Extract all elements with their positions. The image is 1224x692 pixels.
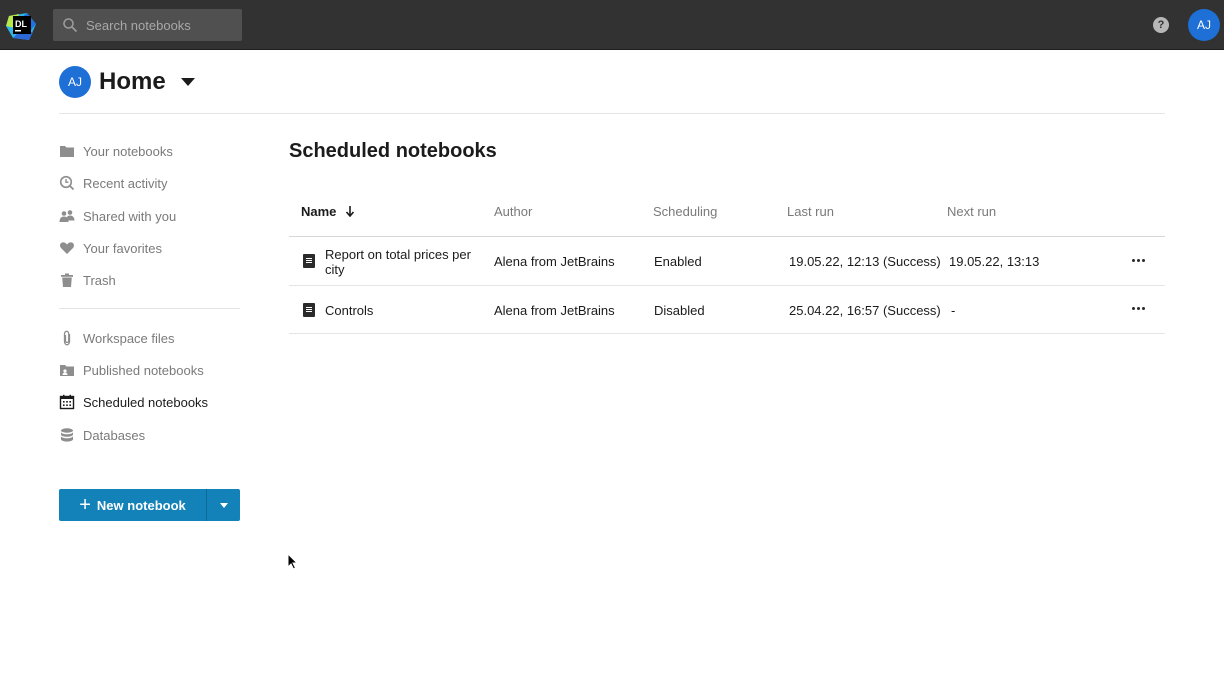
sidebar-item-label: Databases <box>83 427 146 443</box>
top-bar: DL ? AJ <box>0 0 1224 50</box>
notebook-name[interactable]: Controls <box>325 303 373 318</box>
sidebar-item-scheduled-notebooks[interactable]: Scheduled notebooks <box>59 391 208 413</box>
clock-icon <box>59 175 75 191</box>
section-title: Scheduled notebooks <box>289 140 497 162</box>
sidebar-item-published-notebooks[interactable]: Published notebooks <box>59 359 204 381</box>
trash-icon <box>61 273 73 287</box>
published-folder-icon <box>60 365 74 376</box>
sidebar-item-shared-with-you[interactable]: Shared with you <box>59 205 176 227</box>
sort-arrow-down-icon <box>345 206 355 218</box>
scheduling-cell: Disabled <box>654 303 705 318</box>
sidebar-item-databases[interactable]: Databases <box>59 424 145 446</box>
sidebar-item-label: Your favorites <box>83 240 163 256</box>
sidebar-item-recent-activity[interactable]: Recent activity <box>59 172 168 194</box>
scheduling-cell: Enabled <box>654 254 702 269</box>
notebook-icon <box>303 303 315 317</box>
sidebar-item-label: Shared with you <box>83 208 177 224</box>
sidebar-item-workspace-files[interactable]: Workspace files <box>59 327 175 349</box>
mouse-cursor-icon <box>287 553 298 570</box>
chevron-down-icon[interactable] <box>181 78 195 86</box>
sidebar-item-your-favorites[interactable]: Your favorites <box>59 237 162 259</box>
next-run-cell: 19.05.22, 13:13 <box>949 254 1040 269</box>
more-actions-icon[interactable] <box>1132 259 1146 263</box>
search-input[interactable] <box>86 17 236 33</box>
last-run-cell: 19.05.22, 12:13 (Success) <box>789 254 941 269</box>
chevron-down-icon <box>219 502 228 508</box>
sidebar-item-trash[interactable]: Trash <box>59 269 116 291</box>
logo-text: DL <box>15 19 27 29</box>
column-header-author[interactable]: Author <box>494 204 532 220</box>
column-header-scheduling[interactable]: Scheduling <box>653 204 717 220</box>
search-icon <box>63 18 78 33</box>
sidebar-divider <box>59 308 240 309</box>
header-divider <box>59 113 1165 114</box>
folder-icon <box>60 146 74 157</box>
workspace-avatar: AJ <box>59 66 91 98</box>
new-notebook-label: New notebook <box>96 497 186 513</box>
author-cell: Alena from JetBrains <box>494 254 615 269</box>
more-actions-icon[interactable] <box>1132 307 1146 311</box>
paperclip-icon <box>63 330 71 346</box>
plus-icon: + <box>79 494 91 516</box>
last-run-cell: 25.04.22, 16:57 (Success) <box>789 303 941 318</box>
calendar-icon <box>59 394 75 410</box>
sidebar-item-label: Workspace files <box>83 330 175 346</box>
user-avatar[interactable]: AJ <box>1188 9 1220 41</box>
sidebar-item-your-notebooks[interactable]: Your notebooks <box>59 140 173 162</box>
table-row[interactable]: Report on total prices per city Alena fr… <box>289 237 1165 285</box>
notebook-icon <box>303 254 315 268</box>
author-cell: Alena from JetBrains <box>494 303 615 318</box>
new-notebook-button[interactable]: + New notebook <box>59 489 206 521</box>
page-title: Home <box>99 68 166 95</box>
people-icon <box>59 210 75 222</box>
datalore-logo[interactable]: DL <box>5 10 37 42</box>
search-box[interactable] <box>53 9 242 41</box>
sidebar-item-label: Your notebooks <box>83 143 173 159</box>
column-header-next-run[interactable]: Next run <box>947 204 996 220</box>
next-run-cell: - <box>951 303 956 318</box>
notebook-name[interactable]: Report on total prices per city <box>325 247 485 277</box>
database-icon <box>61 428 73 442</box>
row-divider <box>289 333 1165 334</box>
new-notebook-dropdown-button[interactable] <box>207 489 240 521</box>
help-icon[interactable]: ? <box>1153 17 1169 33</box>
sidebar-item-label: Scheduled notebooks <box>83 394 209 410</box>
sidebar-item-label: Recent activity <box>83 175 168 191</box>
column-header-label: Name <box>301 204 337 219</box>
column-header-name[interactable]: Name <box>301 204 355 220</box>
sidebar-item-label: Trash <box>83 272 116 288</box>
new-notebook-split-button: + New notebook <box>59 489 240 521</box>
table-row[interactable]: Controls Alena from JetBrains Disabled 2… <box>289 286 1165 334</box>
sidebar-item-label: Published notebooks <box>83 362 204 378</box>
column-header-last-run[interactable]: Last run <box>787 204 834 220</box>
heart-icon <box>60 242 74 254</box>
